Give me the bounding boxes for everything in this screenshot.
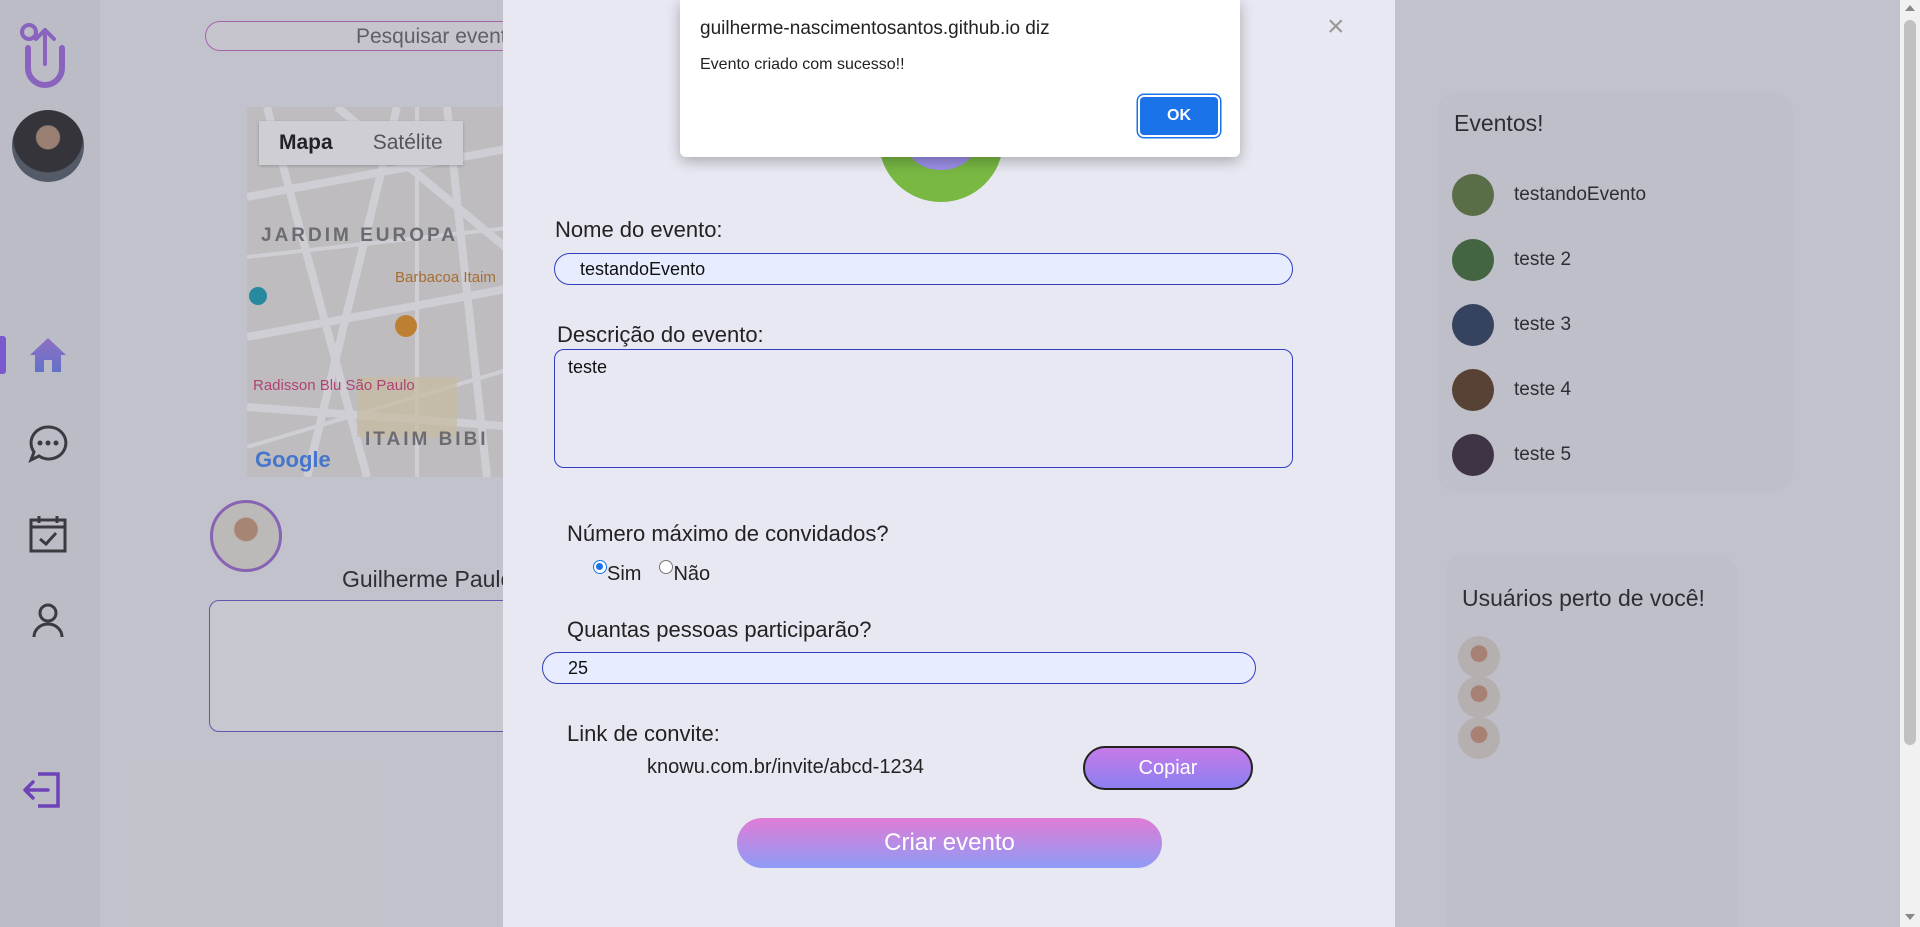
alert-message: Evento criado com sucesso!!: [700, 56, 905, 73]
event-name-label: Nome do evento:: [555, 217, 723, 242]
invite-link-label: Link de convite:: [567, 721, 720, 746]
radio-no-label: Não: [673, 563, 711, 585]
scroll-down-arrow-icon[interactable]: [1905, 914, 1915, 920]
scrollbar-thumb[interactable]: [1904, 20, 1916, 745]
alert-title: guilherme-nascimentosantos.github.io diz: [700, 18, 1050, 39]
radio-yes-label: Sim: [607, 563, 642, 585]
scroll-up-arrow-icon[interactable]: [1905, 5, 1915, 11]
radio-yes[interactable]: [593, 559, 607, 574]
close-icon[interactable]: ×: [1327, 10, 1345, 44]
create-event-button[interactable]: Criar evento: [737, 818, 1162, 868]
copy-link-button[interactable]: Copiar: [1083, 746, 1253, 790]
event-description-label: Descrição do evento:: [557, 322, 764, 347]
radio-no[interactable]: [659, 559, 674, 574]
page-scrollbar[interactable]: [1900, 0, 1920, 927]
alert-ok-button[interactable]: OK: [1140, 97, 1218, 135]
event-description-textarea[interactable]: teste: [554, 349, 1293, 468]
invite-link-text: knowu.com.br/invite/abcd-1234: [647, 756, 924, 778]
max-guests-radio-group: Sim Não: [593, 559, 728, 586]
max-guests-label: Número máximo de convidados?: [567, 521, 889, 546]
event-name-input[interactable]: testandoEvento: [554, 253, 1293, 285]
browser-alert-dialog: guilherme-nascimentosantos.github.io diz…: [680, 0, 1240, 157]
participants-input[interactable]: 25: [542, 652, 1256, 684]
participants-label: Quantas pessoas participarão?: [567, 617, 872, 642]
